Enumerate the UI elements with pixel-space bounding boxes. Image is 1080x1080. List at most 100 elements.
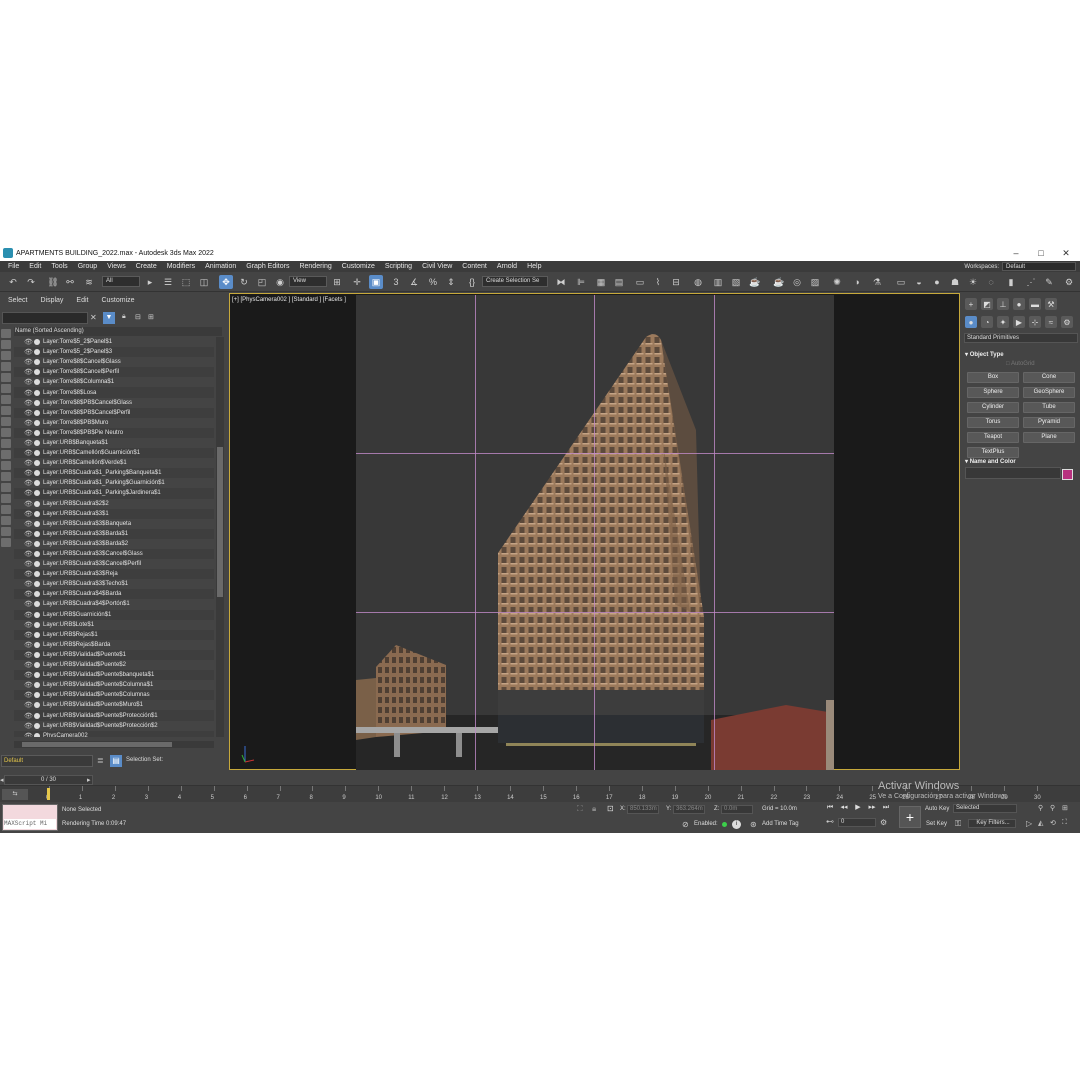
mirror-icon[interactable]: ⧓ [554,275,568,289]
visibility-eye-icon[interactable]: 👁︎ [24,570,33,578]
freeze-toggle-icon[interactable] [34,662,40,669]
layer-row[interactable]: 👁︎ Layer:URB$Vialidad$Puente$Protección$2 [14,721,214,731]
visibility-eye-icon[interactable]: 👁︎ [24,681,33,689]
point-light-icon[interactable]: ● [930,275,944,289]
display-xrefs-icon[interactable] [1,406,11,415]
freeze-toggle-icon[interactable] [34,439,40,446]
photometric-light-icon[interactable]: ☗ [948,275,962,289]
teapot-button[interactable]: Teapot [967,432,1019,443]
render-production-icon[interactable]: ☕ [748,275,762,289]
close-button[interactable]: ✕ [1053,245,1079,261]
spacewarps-icon[interactable]: ≈ [1045,316,1057,328]
add-time-tag[interactable]: Add Time Tag [762,821,799,827]
layer-row[interactable]: 👁︎ Layer:Torre$8$Cancel$Perfil [14,367,214,378]
track-bar-toggle-icon[interactable]: ⇆ [2,789,28,800]
freeze-toggle-icon[interactable] [34,712,40,719]
time-tag-icon[interactable]: ⊛ [750,820,757,829]
visibility-eye-icon[interactable]: 👁︎ [24,651,33,659]
layer-row[interactable]: 👁︎ Layer:URB$Cuadra$3$Techo$1 [14,579,214,589]
object-name-input[interactable] [965,467,1061,479]
curve-editor-icon[interactable]: ⌇ [651,275,665,289]
layer-row[interactable]: 👁︎ Layer:Torre$5_2$Panel$3 [14,347,214,358]
freeze-toggle-icon[interactable] [34,470,40,477]
invert-display-icon[interactable] [1,483,11,492]
layer-row[interactable]: 👁︎ Layer:URB$Cuadra$3$Cancel$Perfil [14,559,214,569]
layer-row[interactable]: 👁︎ Layer:Torre$8$Cancel$Glass [14,357,214,367]
visibility-eye-icon[interactable]: 👁︎ [24,701,33,709]
object-type-rollout-title[interactable]: ▾ Object Type [965,351,1004,358]
layer-row[interactable]: 👁︎ Layer:URB$Cuadra$1_Parking$Jardinera$1 [14,488,214,499]
layer-row[interactable]: 👁︎ Layer:URB$Vialidad$Puente$Muro$1 [14,700,214,710]
freeze-toggle-icon[interactable] [34,581,40,588]
clear-search-icon[interactable]: ✕ [90,313,97,322]
viewport-label[interactable]: [+] [PhysCamera002 ] [Standard ] [Facets… [232,297,346,303]
menu-civil-view[interactable]: Civil View [417,263,457,270]
workspaces-dropdown[interactable]: Default [1002,262,1076,271]
selection-set-icon[interactable]: ▤ [110,755,122,767]
menu-animation[interactable]: Animation [200,263,241,270]
viewport-nav-pan-icon[interactable]: ▷ [1026,819,1032,828]
name-column-header[interactable]: Name (Sorted Ascending) [14,327,222,336]
reference-coordinate-dropdown[interactable]: View [289,276,327,287]
utilities-tab-icon[interactable]: ⚒ [1045,298,1057,310]
time-slider-next-icon[interactable]: ▸ [87,776,91,784]
camera-viewport[interactable]: [+] [PhysCamera002 ] [Standard ] [Facets… [229,293,960,770]
menu-rendering[interactable]: Rendering [294,263,336,270]
time-configuration-icon[interactable]: ⚙ [880,818,887,827]
edit-named-selection-icon[interactable]: {} [465,275,479,289]
explorer-options-icon[interactable] [1,538,11,547]
freeze-toggle-icon[interactable] [34,530,40,537]
select-object-icon[interactable]: ▸ [143,275,157,289]
key-filters-button[interactable]: Key Filters... [968,819,1016,828]
arnold-frame-buffer-icon[interactable]: ▨ [808,275,822,289]
sphere-light-icon[interactable]: ◌ [984,275,998,289]
hscrollbar-thumb[interactable] [22,742,172,747]
display-none-icon[interactable] [1,472,11,481]
visibility-eye-icon[interactable]: 👁︎ [24,338,33,346]
freeze-toggle-icon[interactable] [34,409,40,416]
display-all-icon[interactable] [1,461,11,470]
adaptive-degradation-icon[interactable]: ⊘ [682,820,689,829]
arnold-tool-icon[interactable]: ⚗ [870,275,884,289]
geometry-icon[interactable]: ● [965,316,977,328]
fog-icon[interactable]: ✎ [1042,275,1056,289]
visibility-eye-icon[interactable]: 👁︎ [24,429,33,437]
visibility-eye-icon[interactable]: 👁︎ [24,611,33,619]
visibility-eye-icon[interactable]: 👁︎ [24,419,33,427]
go-to-end-icon[interactable]: ⏭ [880,803,892,813]
visibility-eye-icon[interactable]: 👁︎ [24,368,33,376]
freeze-toggle-icon[interactable] [34,571,40,578]
schematic-view-icon[interactable]: ⊟ [669,275,683,289]
torus-button[interactable]: Torus [967,417,1019,428]
object-color-swatch[interactable] [1062,469,1073,480]
spinner-snap-icon[interactable]: ⇕ [444,275,458,289]
explorer-search-input[interactable] [2,312,88,324]
shapes-icon[interactable]: ◔ [981,316,993,328]
visibility-eye-icon[interactable]: 👁︎ [24,520,33,528]
visibility-eye-icon[interactable]: 👁︎ [24,348,33,356]
menu-views[interactable]: Views [102,263,131,270]
layer-row[interactable]: 👁︎ Layer:URB$Vialidad$Puente$banqueta$1 [14,670,214,681]
cameras-icon[interactable]: ▶ [1013,316,1025,328]
visibility-eye-icon[interactable]: 👁︎ [24,530,33,538]
filter-funnel-icon[interactable] [1,527,11,536]
display-spacewarps-icon[interactable] [1,384,11,393]
select-and-rotate-icon[interactable]: ↻ [237,275,251,289]
menu-modifiers[interactable]: Modifiers [162,263,200,270]
sphere-button[interactable]: Sphere [967,387,1019,398]
freeze-toggle-icon[interactable] [34,379,40,386]
freeze-toggle-icon[interactable] [34,359,40,366]
filter-icon[interactable]: ▼ [103,312,115,324]
visibility-eye-icon[interactable]: 👁︎ [24,641,33,649]
layer-row[interactable]: 👁︎ Layer:URB$Cuadra$4$Portón$1 [14,599,214,609]
layer-row[interactable]: 👁︎ Layer:URB$Cuadra$1_Parking$Guarnición$… [14,478,214,488]
freeze-toggle-icon[interactable] [34,722,40,729]
freeze-toggle-icon[interactable] [34,682,40,689]
play-icon[interactable]: ▶ [852,803,864,813]
freeze-toggle-icon[interactable] [34,490,40,497]
freeze-toggle-icon[interactable] [34,702,40,709]
select-and-move-icon[interactable]: ✥ [219,275,233,289]
volume-icon[interactable]: ⋰ [1024,275,1038,289]
visibility-eye-icon[interactable]: 👁︎ [24,479,33,487]
layer-row[interactable]: 👁︎ Layer:URB$Vialidad$Puente$Columna$1 [14,680,214,690]
